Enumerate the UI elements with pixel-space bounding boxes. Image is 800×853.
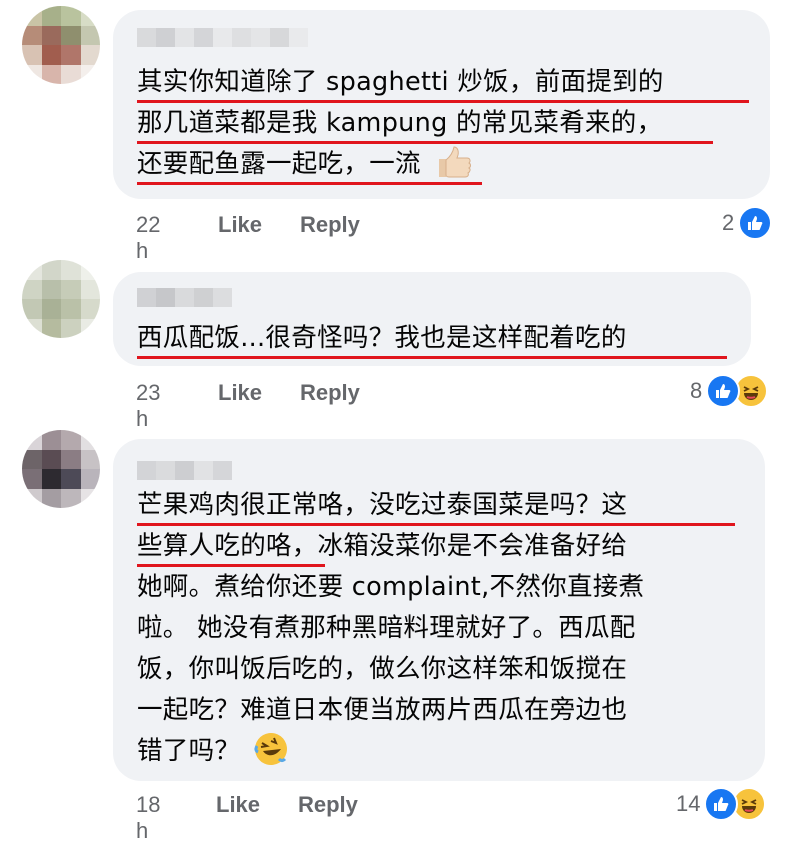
comment-line: 一起吃？难道日本便当放两片西瓜在旁边也 <box>137 695 628 725</box>
avatar[interactable] <box>22 260 100 338</box>
comment-line: 饭，你叫饭后吃的，做么你这样笨和饭搅在 <box>137 654 628 684</box>
author-name-blurred[interactable] <box>137 28 308 47</box>
like-button[interactable]: Like <box>216 792 260 818</box>
reply-button[interactable]: Reply <box>298 792 358 818</box>
like-reaction-icon <box>704 787 739 821</box>
rolling-on-floor-laughing-icon <box>254 733 287 765</box>
timestamp[interactable]: 18 h <box>136 792 160 844</box>
reaction-summary[interactable]: 14 <box>676 787 767 821</box>
like-reaction-icon <box>738 206 773 240</box>
reply-button[interactable]: Reply <box>300 212 360 238</box>
reaction-count: 2 <box>722 210 735 235</box>
author-name-blurred[interactable] <box>137 288 232 307</box>
like-button[interactable]: Like <box>218 380 262 406</box>
avatar[interactable] <box>22 430 100 508</box>
author-name-blurred[interactable] <box>137 461 232 480</box>
highlight-underline <box>137 182 482 185</box>
highlight-underline <box>137 356 727 359</box>
comment-line: 还要配鱼露一起吃，一流 <box>137 144 748 185</box>
comment-text: 芒果鸡肉很正常咯，没吃过泰国菜是吗？这 些算人吃的咯，冰箱没菜你是不会准备好给 … <box>137 485 743 772</box>
comment-line: 那几道菜都是我 kampung 的常见菜肴来的， <box>137 103 748 144</box>
like-button[interactable]: Like <box>218 212 262 238</box>
reaction-count: 8 <box>690 378 703 403</box>
comment-line: 西瓜配饭...很奇怪吗？我也是这样配着吃的 <box>137 318 729 359</box>
comment-bubble: 其实你知道除了 spaghetti 炒饭，前面提到的 那几道菜都是我 kampu… <box>113 10 770 199</box>
timestamp[interactable]: 22 h <box>136 212 160 264</box>
timestamp[interactable]: 23 h <box>136 380 160 432</box>
comment-line: 啦。 她没有煮那种黑暗料理就好了。西瓜配 <box>137 613 636 643</box>
comment-line: 其实你知道除了 spaghetti 炒饭，前面提到的 <box>137 62 749 103</box>
thumbs-up-icon <box>439 146 472 178</box>
comment-bubble: 芒果鸡肉很正常咯，没吃过泰国菜是吗？这 些算人吃的咯，冰箱没菜你是不会准备好给 … <box>113 439 765 781</box>
comment-text: 其实你知道除了 spaghetti 炒饭，前面提到的 那几道菜都是我 kampu… <box>137 62 749 185</box>
reaction-summary[interactable]: 2 <box>722 206 773 240</box>
comment-line: 她啊。煮给你还要 complaint,不然你直接煮 <box>137 572 645 602</box>
reaction-count: 14 <box>676 791 701 816</box>
like-reaction-icon <box>706 374 741 408</box>
reply-button[interactable]: Reply <box>300 380 360 406</box>
comment-text: 西瓜配饭...很奇怪吗？我也是这样配着吃的 <box>137 318 729 359</box>
avatar[interactable] <box>22 6 100 84</box>
comment-line: 错了吗？ <box>137 731 743 772</box>
comment-line: 芒果鸡肉很正常咯，没吃过泰国菜是吗？这 <box>137 485 743 526</box>
comment-bubble: 西瓜配饭...很奇怪吗？我也是这样配着吃的 <box>113 272 751 366</box>
comment-line: 些算人吃的咯，冰箱没菜你是不会准备好给 <box>137 526 743 567</box>
reaction-summary[interactable]: 8 <box>690 374 769 408</box>
